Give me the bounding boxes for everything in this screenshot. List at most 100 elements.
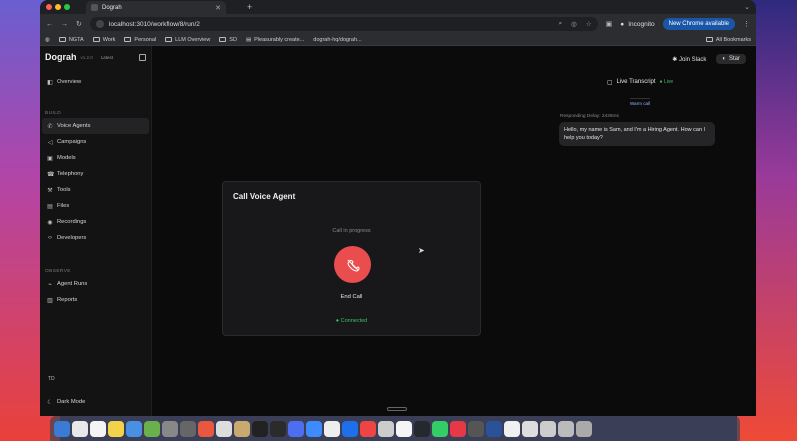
sidebar-item-recordings[interactable]: ◉ Recordings — [42, 214, 149, 230]
app-icon[interactable] — [468, 420, 484, 437]
bookmark-item[interactable]: Work — [92, 37, 115, 43]
side-panel-icon[interactable]: ▣ — [606, 20, 613, 28]
version-badge: v1.2.0 — [80, 54, 93, 60]
launchpad-icon[interactable] — [72, 420, 88, 437]
chrome-menu-icon[interactable]: ⋮ — [743, 20, 750, 28]
sidebar-collapse-icon[interactable] — [139, 53, 146, 61]
browser-tab[interactable]: Dograh ✕ — [86, 1, 226, 14]
sidebar-item-agent-runs[interactable]: ⌁ Agent Runs — [42, 276, 149, 292]
terminal-icon[interactable] — [252, 420, 268, 437]
settings-icon[interactable] — [162, 420, 178, 437]
top-actions: ✱ Join Slack ◐ Star — [672, 54, 746, 64]
finder-icon[interactable] — [54, 420, 70, 437]
new-chrome-button[interactable]: New Chrome available — [662, 18, 735, 30]
star-bookmark-icon[interactable]: ☆ — [586, 20, 592, 28]
observe-section-label: OBSERVE — [45, 268, 71, 274]
url-text[interactable]: localhost:3010/workflow/8/run/2 — [109, 21, 200, 28]
tab-close-icon[interactable]: ✕ — [215, 4, 221, 12]
slack-icon: ✱ — [672, 56, 678, 63]
live-transcript-panel: ▢ Live Transcript ● Live Warm call Respo… — [553, 76, 727, 146]
build-section-label: BUILD — [45, 110, 62, 116]
app-icon[interactable] — [270, 420, 286, 437]
bookmark-label: dograh-hq/dograh... — [313, 36, 362, 43]
chrome-icon[interactable] — [198, 420, 214, 437]
calendar-icon[interactable] — [90, 420, 106, 437]
preview-icon[interactable] — [216, 420, 232, 437]
megaphone-icon: ◁ — [47, 139, 53, 146]
bookmark-item[interactable]: LLM Overview — [165, 37, 210, 43]
bookmark-item[interactable]: NGTA — [58, 37, 84, 43]
document-icon[interactable] — [504, 420, 520, 437]
sidebar-item-label: Agent Runs — [57, 281, 88, 287]
app-icon[interactable] — [360, 420, 376, 437]
sidebar-item-overview[interactable]: ◧ Overview — [42, 74, 149, 90]
app-icon[interactable] — [378, 420, 394, 437]
join-slack-link[interactable]: ✱ Join Slack — [672, 56, 706, 63]
app-icon[interactable] — [432, 420, 448, 437]
app-icon[interactable] — [126, 420, 142, 437]
app-icon[interactable] — [396, 420, 412, 437]
apps-icon[interactable]: ◍ — [45, 37, 50, 43]
app-icon[interactable] — [234, 420, 250, 437]
sidebar-item-reports[interactable]: ▥ Reports — [42, 292, 149, 308]
github-desktop-icon[interactable] — [414, 420, 430, 437]
back-icon[interactable]: ← — [46, 21, 53, 28]
app-icon[interactable] — [288, 420, 304, 437]
close-window-icon[interactable] — [46, 4, 52, 10]
eye-off-icon[interactable]: ◎ — [571, 20, 577, 28]
folder-icon — [92, 37, 100, 42]
app-icon[interactable] — [306, 420, 322, 437]
reload-icon[interactable]: ↻ — [76, 20, 82, 28]
dark-mode-toggle[interactable]: ☾ Dark Mode — [42, 394, 149, 410]
app-icon[interactable] — [324, 420, 340, 437]
minimize-window-icon[interactable] — [55, 4, 61, 10]
all-bookmarks[interactable]: All Bookmarks — [705, 37, 751, 43]
wrench-icon: ⚒ — [47, 187, 53, 194]
end-call-button[interactable] — [334, 246, 371, 283]
trash-icon[interactable] — [576, 420, 592, 437]
window-thumbnail-icon[interactable] — [522, 420, 538, 437]
app-icon[interactable] — [180, 420, 196, 437]
numbers-icon[interactable] — [144, 420, 160, 437]
incognito-indicator[interactable]: ● Incognito — [620, 21, 654, 28]
transcript-icon: ▢ — [606, 79, 613, 86]
sidebar-item-files[interactable]: ▤ Files — [42, 198, 149, 214]
brand-name[interactable]: Dograh — [45, 52, 77, 62]
github-star-button[interactable]: ◐ Star — [716, 54, 746, 64]
transcript-header: ▢ Live Transcript ● Live — [553, 76, 727, 88]
browser-window: Dograh ✕ + ⌄ ← → ↻ localhost:3010/workfl… — [40, 0, 756, 416]
user-avatar[interactable]: TD — [48, 376, 55, 382]
bookmark-item[interactable]: SD — [219, 37, 237, 43]
app-icon[interactable] — [450, 420, 466, 437]
notes-icon[interactable] — [108, 420, 124, 437]
code-icon: ‹› — [48, 235, 52, 241]
new-tab-icon[interactable]: + — [247, 2, 252, 12]
app-icon[interactable] — [486, 420, 502, 437]
window-thumbnail-icon[interactable] — [540, 420, 556, 437]
site-info-icon[interactable] — [95, 20, 104, 28]
sidebar-item-telephony[interactable]: ☎ Telephony — [42, 166, 149, 182]
sidebar-item-voice-agents[interactable]: ✆ Voice Agents — [42, 118, 149, 134]
forward-icon[interactable]: → — [61, 21, 68, 28]
sidebar-item-campaigns[interactable]: ◁ Campaigns — [42, 134, 149, 150]
bookmark-item[interactable]: dograh-hq/dograh... — [313, 37, 361, 43]
phone-off-icon — [346, 259, 360, 272]
latest-badge: Latest — [100, 54, 114, 60]
zoom-icon[interactable]: ⌕ — [559, 20, 563, 28]
sidebar-item-developers[interactable]: ‹› Developers — [42, 230, 149, 246]
folder-icon — [705, 37, 713, 42]
phone-icon: ✆ — [47, 123, 53, 130]
address-bar[interactable]: localhost:3010/workflow/8/run/2 ⌕ ◎ ☆ — [89, 17, 598, 31]
bookmark-item[interactable]: ▤ Pleasurably create... — [246, 37, 304, 43]
window-thumbnail-icon[interactable] — [558, 420, 574, 437]
maximize-window-icon[interactable] — [64, 4, 70, 10]
tab-menu-chevron-icon[interactable]: ⌄ — [744, 3, 750, 11]
sidebar-item-tools[interactable]: ⚒ Tools — [42, 182, 149, 198]
app-icon[interactable] — [342, 420, 358, 437]
bookmark-item[interactable]: Personal — [124, 37, 156, 43]
sidebar-item-models[interactable]: ▣ Models — [42, 150, 149, 166]
resize-handle[interactable] — [387, 407, 407, 411]
sidebar-item-label: Reports — [57, 297, 78, 303]
folder-icon — [124, 37, 132, 42]
sidebar-item-label: Files — [57, 203, 70, 209]
